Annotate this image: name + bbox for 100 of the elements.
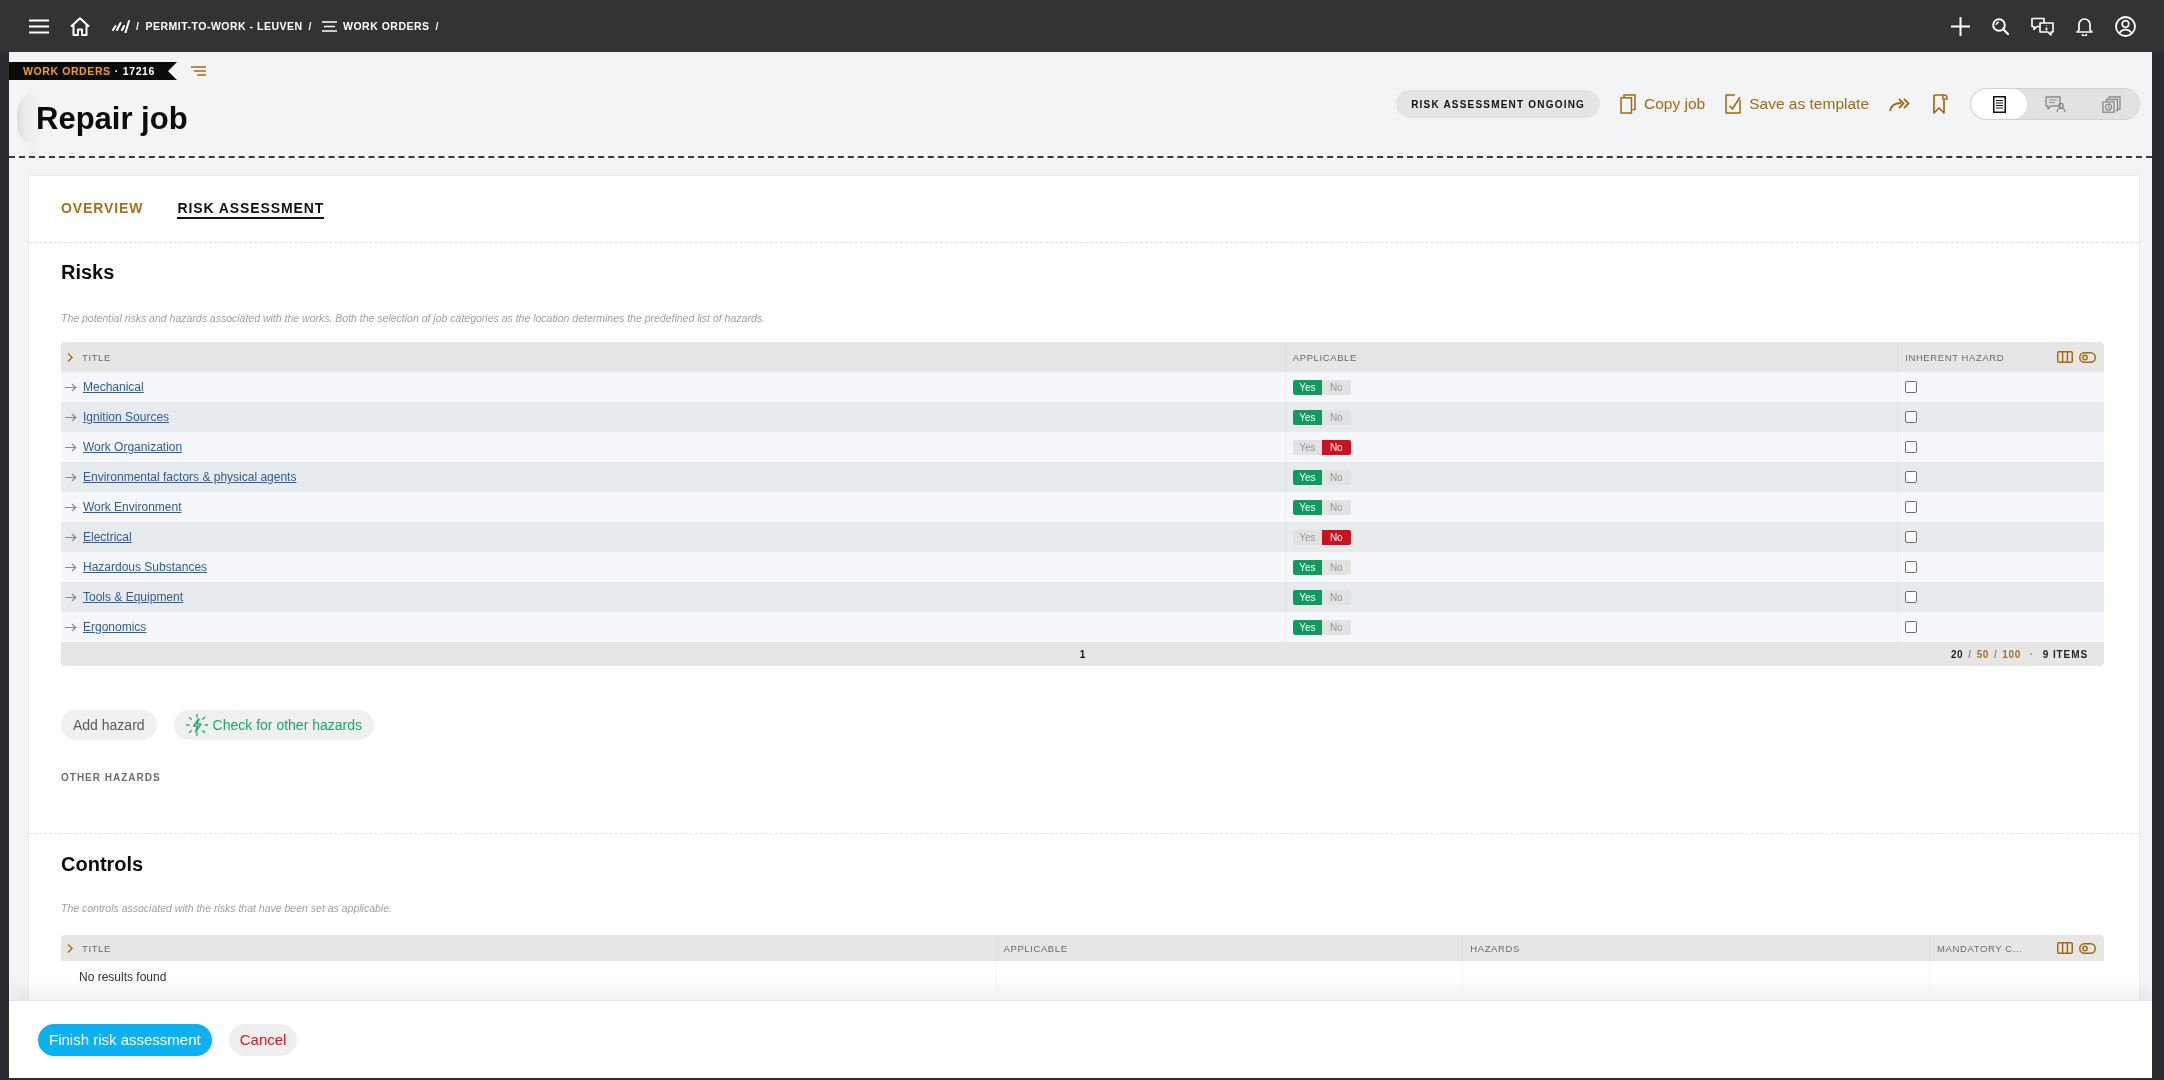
- no-option[interactable]: No: [1321, 379, 1351, 395]
- bookmark-icon[interactable]: [1933, 94, 1948, 114]
- risk-link[interactable]: Ignition Sources: [83, 410, 170, 424]
- save-template-button[interactable]: Save as template: [1725, 94, 1869, 114]
- add-hazard-button[interactable]: Add hazard: [61, 710, 157, 740]
- page-size-option[interactable]: 100: [2002, 648, 2021, 660]
- yes-option[interactable]: Yes: [1292, 589, 1322, 605]
- yes-option[interactable]: Yes: [1292, 439, 1322, 455]
- forward-icon[interactable]: [1889, 96, 1911, 112]
- menu-icon[interactable]: [29, 18, 49, 34]
- arrow-right-icon: [65, 532, 77, 542]
- chat-info-icon[interactable]: [2031, 16, 2054, 36]
- page-number[interactable]: 1: [1079, 648, 1086, 660]
- status-badge: RISK ASSESSMENT ONGOING: [1396, 90, 1601, 118]
- document-check-icon: [1725, 94, 1742, 114]
- chevron-right-icon[interactable]: [67, 943, 73, 953]
- page-size-separator: /: [1993, 648, 1998, 660]
- finish-button[interactable]: Finish risk assessment: [38, 1023, 212, 1056]
- risk-link[interactable]: Electrical: [83, 530, 132, 544]
- home-icon[interactable]: [70, 16, 90, 36]
- columns-icon[interactable]: [2057, 942, 2073, 954]
- no-option[interactable]: No: [1321, 619, 1351, 635]
- add-icon[interactable]: [1951, 16, 1970, 36]
- breadcrumb-link[interactable]: PERMIT-TO-WORK - LEUVEN: [145, 20, 303, 32]
- no-option[interactable]: No: [1321, 439, 1351, 455]
- yes-option[interactable]: Yes: [1292, 559, 1322, 575]
- no-option[interactable]: No: [1321, 529, 1351, 545]
- breadcrumb-separator: /: [435, 20, 439, 32]
- page-size-option[interactable]: 20: [1950, 648, 1964, 660]
- risk-link[interactable]: Work Organization: [83, 440, 183, 454]
- arrow-right-icon: [65, 622, 77, 632]
- chevron-right-icon[interactable]: [67, 352, 73, 362]
- user-icon[interactable]: [2115, 15, 2136, 37]
- checkbox[interactable]: [1905, 621, 1918, 633]
- checkbox[interactable]: [1905, 411, 1918, 423]
- arrow-right-icon: [65, 502, 77, 512]
- checkbox[interactable]: [1905, 591, 1918, 603]
- checkbox[interactable]: [1905, 531, 1918, 543]
- risk-link[interactable]: Work Environment: [83, 500, 182, 514]
- breadcrumb-link[interactable]: WORK ORDERS: [343, 20, 430, 32]
- no-option[interactable]: No: [1321, 589, 1351, 605]
- tab[interactable]: OVERVIEW: [61, 199, 144, 219]
- column-header: INHERENT HAZARD: [1905, 351, 2005, 363]
- arrow-right-icon: [65, 442, 77, 452]
- toggle-icon[interactable]: [2079, 351, 2096, 363]
- checkbox[interactable]: [1905, 471, 1918, 483]
- tab[interactable]: RISK ASSESSMENT: [177, 199, 325, 219]
- copy-icon: [1620, 94, 1637, 114]
- column-header: TITLE: [82, 942, 111, 954]
- column-header: TITLE: [82, 351, 111, 363]
- section-description: The controls associated with the risks that have been set as applicable.: [61, 901, 393, 916]
- column-header: APPLICABLE: [1003, 942, 1068, 954]
- risk-link[interactable]: Tools & Equipment: [83, 590, 184, 604]
- subsection-label: OTHER HAZARDS: [61, 771, 162, 785]
- risk-link[interactable]: Hazardous Substances: [83, 560, 208, 574]
- count-separator: ·: [2029, 648, 2034, 660]
- view-tab[interactable]: [1971, 89, 2027, 119]
- checkbox[interactable]: [1905, 441, 1918, 453]
- arrow-right-icon: [65, 592, 77, 602]
- ribbon-separator: ·: [114, 65, 119, 77]
- checkbox[interactable]: [1905, 561, 1918, 573]
- empty-message: No results found: [78, 969, 167, 984]
- no-option[interactable]: No: [1321, 469, 1351, 485]
- page-size-option[interactable]: 50: [1976, 648, 1989, 660]
- bolt-icon: [185, 714, 208, 736]
- checkbox[interactable]: [1905, 501, 1918, 513]
- no-option[interactable]: No: [1321, 409, 1351, 425]
- toggle-icon[interactable]: [2079, 942, 2096, 954]
- yes-option[interactable]: Yes: [1292, 379, 1322, 395]
- risk-link[interactable]: Mechanical: [83, 380, 144, 394]
- yes-option[interactable]: Yes: [1292, 499, 1322, 515]
- column-header: MANDATORY C...: [1937, 942, 2023, 954]
- yes-option[interactable]: Yes: [1292, 619, 1322, 635]
- checkbox[interactable]: [1905, 381, 1918, 393]
- yes-option[interactable]: Yes: [1292, 409, 1322, 425]
- bell-icon[interactable]: [2076, 16, 2093, 36]
- list-icon: [322, 20, 337, 32]
- arrow-right-icon: [65, 472, 77, 482]
- yes-option[interactable]: Yes: [1292, 469, 1322, 485]
- risk-link[interactable]: Ergonomics: [83, 620, 147, 634]
- section-title: Controls: [61, 852, 145, 877]
- list-menu-icon[interactable]: [191, 66, 206, 76]
- section-description: The potential risks and hazards associated with the works. Both the selection of job categories as the location determines the predefined list of hazards.: [61, 311, 766, 326]
- check-hazards-button[interactable]: Check for other hazards: [173, 710, 374, 740]
- column-header: APPLICABLE: [1292, 351, 1357, 363]
- item-count: 9 ITEMS: [2042, 648, 2088, 660]
- column-header: HAZARDS: [1470, 942, 1520, 954]
- search-icon[interactable]: [1992, 17, 2009, 35]
- columns-icon[interactable]: [2057, 351, 2073, 363]
- page-size-separator: /: [1968, 648, 1972, 660]
- copy-job-button[interactable]: Copy job: [1620, 94, 1706, 114]
- logo-icon[interactable]: [112, 19, 130, 33]
- yes-option[interactable]: Yes: [1292, 529, 1322, 545]
- no-option[interactable]: No: [1321, 499, 1351, 515]
- cancel-button[interactable]: Cancel: [228, 1023, 298, 1056]
- risk-link[interactable]: Environmental factors & physical agents: [83, 470, 297, 484]
- stacked-clock-icon: [2101, 95, 2121, 113]
- arrow-right-icon: [65, 562, 77, 572]
- breadcrumb-separator: /: [308, 20, 312, 32]
- no-option[interactable]: No: [1321, 559, 1351, 575]
